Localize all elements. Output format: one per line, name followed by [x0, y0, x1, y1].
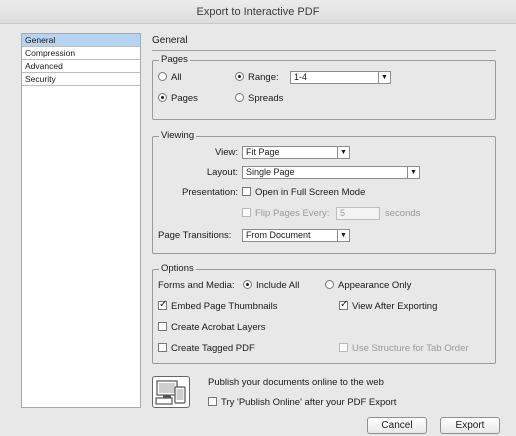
acrobat-layers-checkbox[interactable]: Create Acrobat Layers: [158, 322, 266, 333]
publish-online-check[interactable]: [208, 397, 217, 406]
chevron-down-icon[interactable]: ▼: [337, 147, 349, 158]
presentation-label: Presentation:: [182, 187, 238, 198]
spreads-radio[interactable]: Spreads: [235, 93, 283, 104]
embed-thumbnails-checkbox[interactable]: Embed Page Thumbnails: [158, 299, 278, 312]
structure-tab-order-label: Use Structure for Tab Order: [352, 343, 469, 354]
view-after-exporting-check[interactable]: [339, 299, 348, 310]
sidebar-item-security[interactable]: Security: [22, 73, 140, 86]
main-panel: General Pages All Range: 1-4 ▼ Pages Spr…: [152, 33, 496, 408]
layout-select[interactable]: Single Page ▼: [242, 166, 420, 179]
layout-label: Layout:: [206, 167, 238, 178]
viewing-group: Viewing View: Fit Page ▼ Layout: Single …: [152, 130, 496, 254]
chevron-down-icon[interactable]: ▼: [407, 167, 419, 178]
tagged-pdf-label: Create Tagged PDF: [171, 343, 255, 354]
spreads-radio-circle[interactable]: [235, 93, 244, 102]
flip-pages-check[interactable]: [242, 208, 251, 217]
page-title: General: [152, 35, 188, 46]
pages-radio-label: Pages: [171, 93, 198, 104]
sidebar-item-compression[interactable]: Compression: [22, 47, 140, 60]
view-after-exporting-label: View After Exporting: [352, 301, 438, 312]
include-all-label: Include All: [256, 280, 300, 291]
range-combobox[interactable]: 1-4 ▼: [290, 71, 391, 84]
fullscreen-checkbox[interactable]: Open in Full Screen Mode: [242, 187, 365, 198]
title-divider: [152, 50, 496, 51]
sidebar: General Compression Advanced Security: [21, 33, 141, 408]
all-label: All: [171, 72, 182, 83]
flip-pages-checkbox[interactable]: Flip Pages Every:: [242, 208, 329, 219]
view-select[interactable]: Fit Page ▼: [242, 146, 350, 159]
options-legend: Options: [159, 263, 196, 274]
publish-online-label: Try 'Publish Online' after your PDF Expo…: [221, 397, 397, 408]
embed-thumbnails-check[interactable]: [158, 299, 167, 310]
flip-pages-label: Flip Pages Every:: [255, 208, 330, 219]
layout-value: Single Page: [246, 167, 295, 177]
pages-radio[interactable]: Pages: [158, 93, 198, 104]
appearance-only-circle[interactable]: [325, 280, 334, 289]
options-group: Options Forms and Media: Include All App…: [152, 263, 496, 364]
cancel-button[interactable]: Cancel: [367, 417, 427, 434]
seconds-label: seconds: [385, 208, 421, 219]
spreads-label: Spreads: [248, 93, 284, 104]
dialog-title: Export to Interactive PDF: [0, 0, 516, 24]
include-all-circle[interactable]: [243, 280, 252, 289]
appearance-only-label: Appearance Only: [338, 280, 412, 291]
transitions-label: Page Transitions:: [158, 230, 232, 241]
chevron-down-icon[interactable]: ▼: [378, 72, 390, 83]
range-radio[interactable]: Range:: [235, 72, 279, 83]
all-radio-circle[interactable]: [158, 72, 167, 81]
transitions-value: From Document: [246, 230, 311, 240]
export-dialog: Export to Interactive PDF General Compre…: [0, 0, 516, 436]
pages-radio-circle[interactable]: [158, 93, 167, 102]
structure-tab-order-checkbox[interactable]: Use Structure for Tab Order: [339, 343, 469, 354]
publish-section: Publish your documents online to the web…: [152, 376, 496, 411]
forms-media-label: Forms and Media:: [158, 280, 235, 291]
appearance-only-radio[interactable]: Appearance Only: [325, 280, 411, 291]
fullscreen-label: Open in Full Screen Mode: [255, 187, 366, 198]
flip-seconds-field[interactable]: 5: [336, 207, 380, 220]
view-value: Fit Page: [246, 147, 280, 157]
chevron-down-icon[interactable]: ▼: [337, 230, 349, 241]
export-button[interactable]: Export: [440, 417, 500, 434]
structure-tab-order-check[interactable]: [339, 343, 348, 352]
sidebar-item-advanced[interactable]: Advanced: [22, 60, 140, 73]
tagged-pdf-check[interactable]: [158, 343, 167, 352]
range-value: 1-4: [294, 72, 308, 82]
tagged-pdf-checkbox[interactable]: Create Tagged PDF: [158, 343, 255, 354]
view-label: View:: [214, 147, 238, 158]
fullscreen-check[interactable]: [242, 187, 251, 196]
acrobat-layers-label: Create Acrobat Layers: [171, 322, 266, 333]
view-after-exporting-checkbox[interactable]: View After Exporting: [339, 299, 438, 312]
publish-heading: Publish your documents online to the web: [208, 377, 384, 388]
acrobat-layers-check[interactable]: [158, 322, 167, 331]
embed-thumbnails-label: Embed Page Thumbnails: [171, 301, 278, 312]
pages-legend: Pages: [159, 54, 190, 65]
transitions-select[interactable]: From Document ▼: [242, 229, 350, 242]
publish-online-icon: [152, 376, 190, 408]
range-label: Range:: [248, 72, 279, 83]
range-radio-circle[interactable]: [235, 72, 244, 81]
pages-group: Pages All Range: 1-4 ▼ Pages Spreads: [152, 54, 496, 120]
include-all-radio[interactable]: Include All: [243, 280, 299, 291]
publish-online-checkbox[interactable]: Try 'Publish Online' after your PDF Expo…: [208, 397, 396, 408]
sidebar-item-general[interactable]: General: [22, 34, 140, 47]
all-radio[interactable]: All: [158, 72, 182, 83]
viewing-legend: Viewing: [159, 130, 197, 141]
